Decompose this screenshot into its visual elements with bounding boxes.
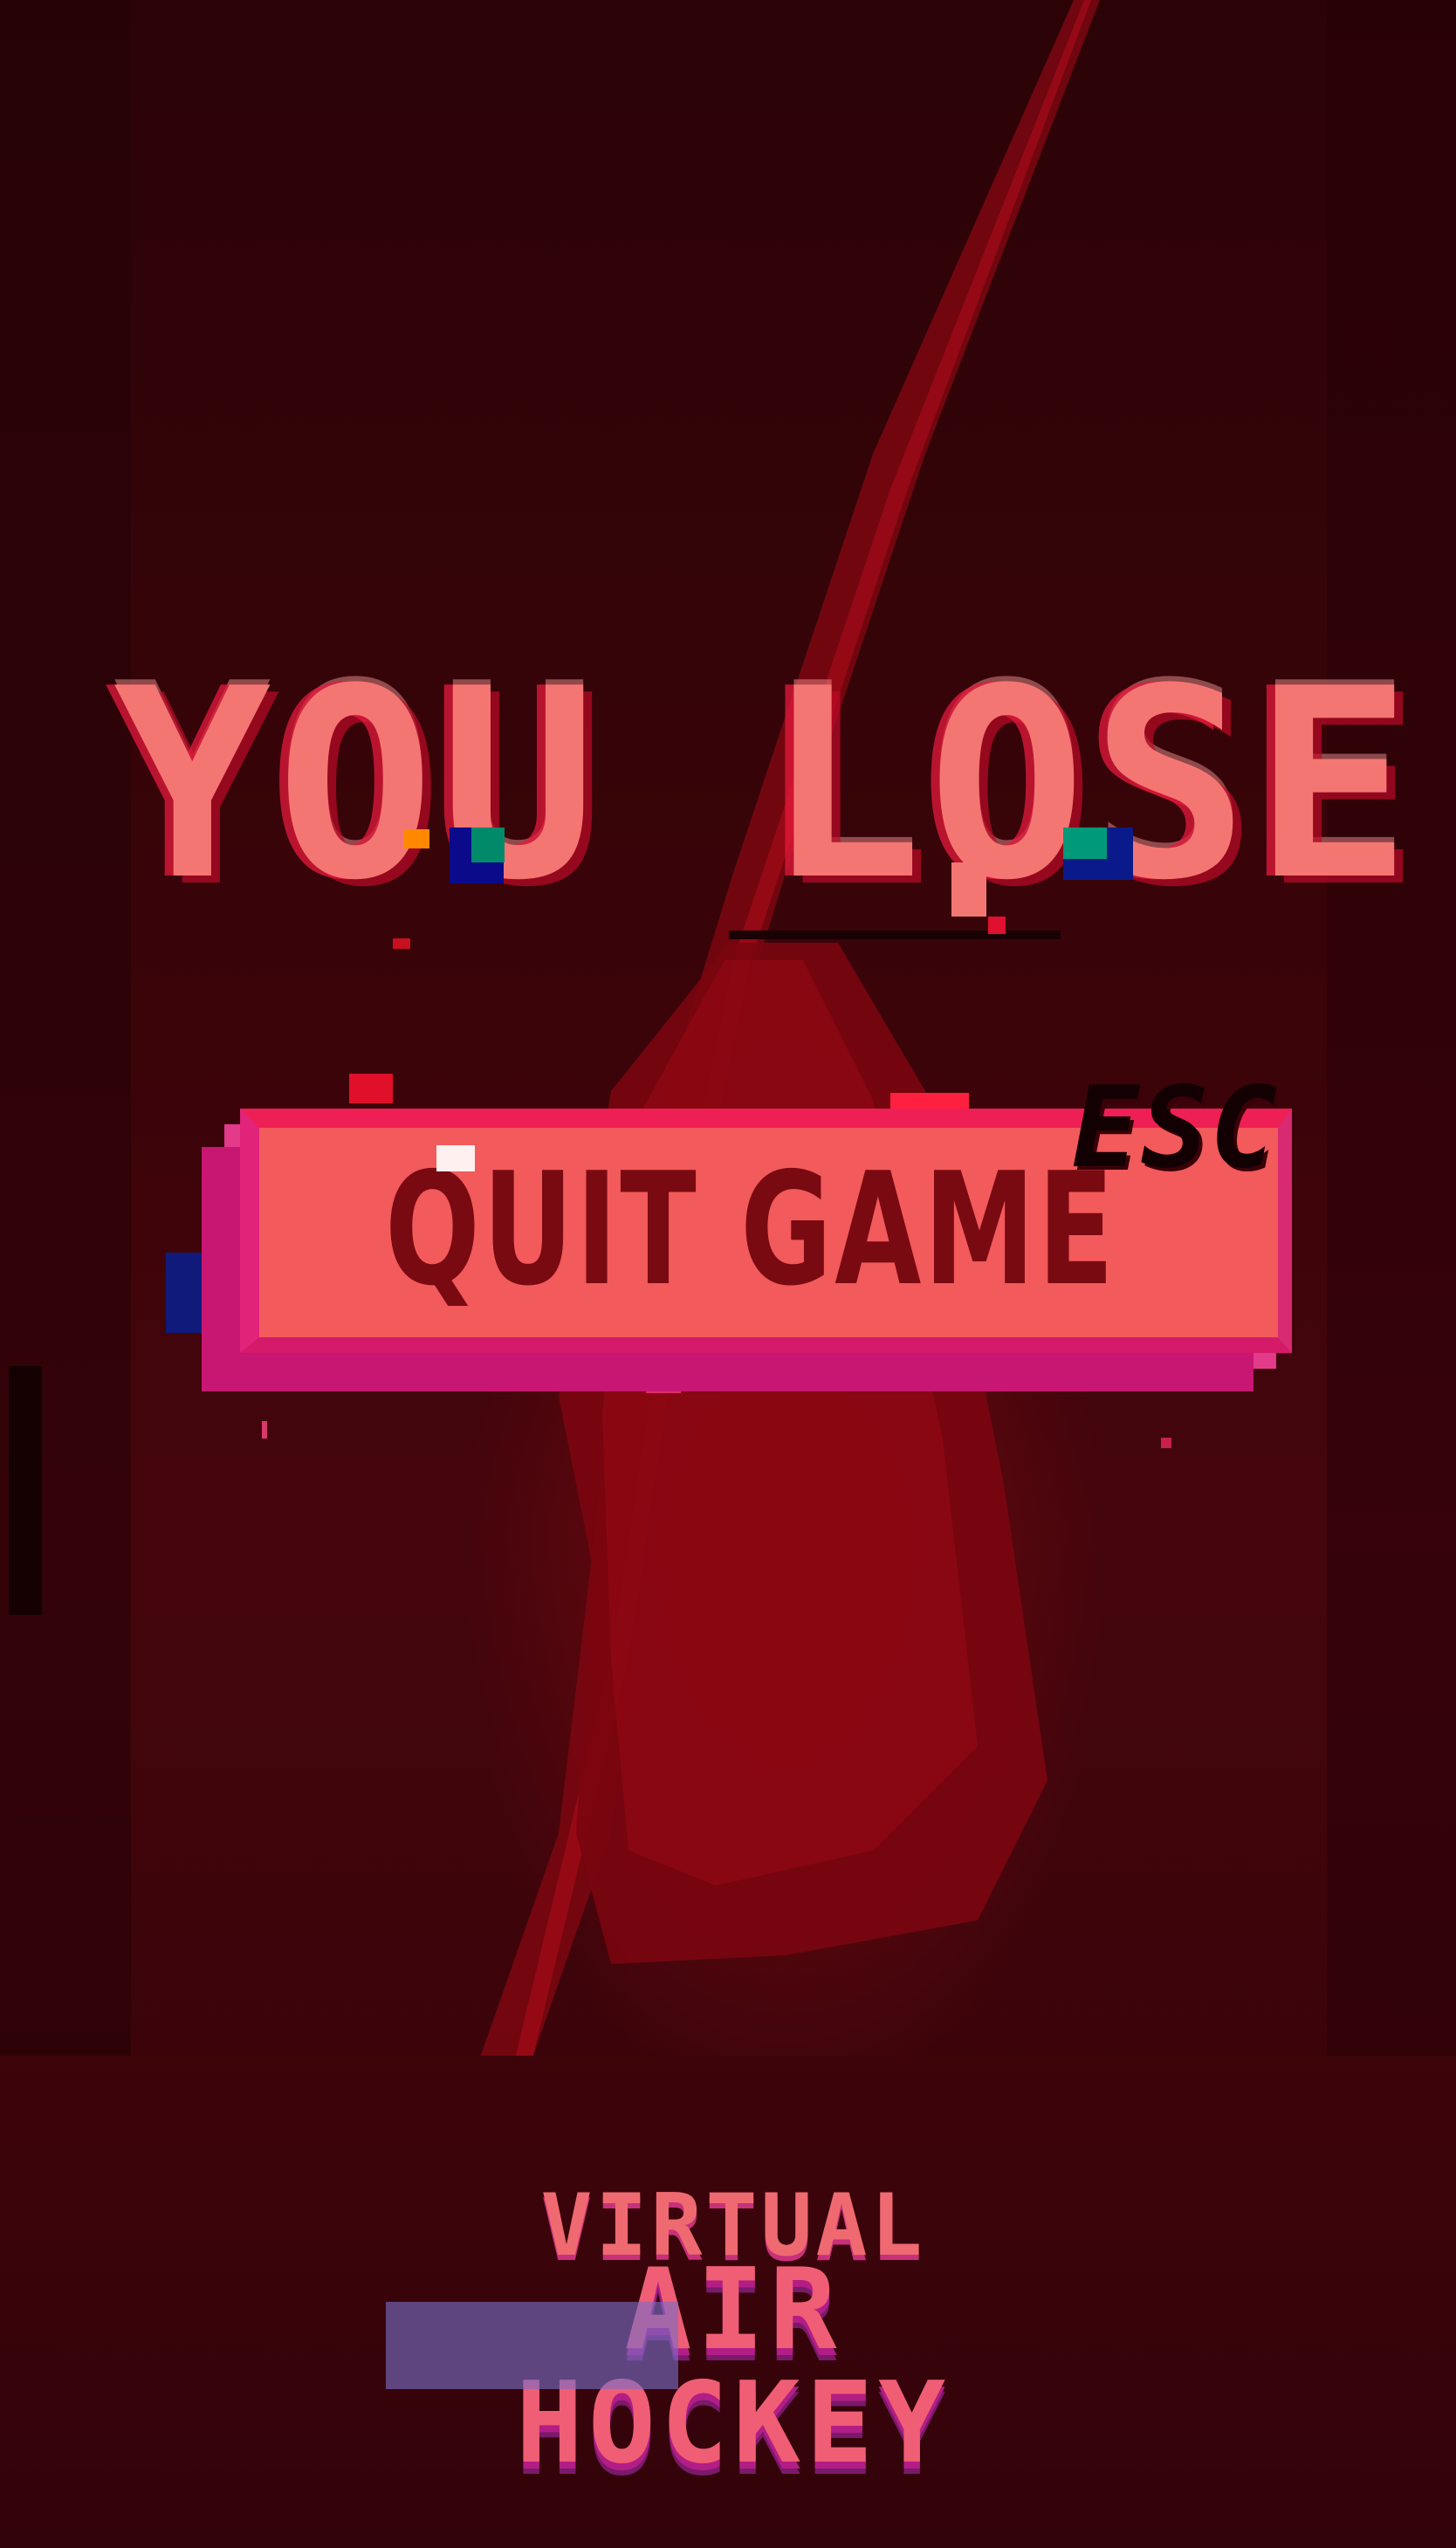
title-underline <box>729 931 1061 939</box>
game-over-screen: YOU LOSE QUIT GAME ESC VIRTUAL AIR HOCKE… <box>0 0 1456 2548</box>
glitch-block <box>1063 828 1107 859</box>
glitch-block <box>349 1074 393 1103</box>
glitch-block <box>1161 1438 1171 1448</box>
quit-game-label: QUIT GAME <box>385 1138 1117 1320</box>
glitch-block <box>471 828 505 862</box>
glitch-block <box>646 1362 681 1393</box>
game-over-title: YOU LOSE <box>113 633 1417 937</box>
logo-glitch-block <box>386 2302 678 2389</box>
glitch-block <box>403 829 429 848</box>
glitch-block <box>951 862 986 917</box>
glitch-block <box>262 1421 267 1439</box>
glitch-block <box>166 1253 220 1333</box>
title-container: YOU LOSE <box>113 655 1411 917</box>
glitch-block <box>988 917 1006 934</box>
game-logo: VIRTUAL AIR HOCKEY <box>384 2182 1082 2481</box>
esc-shortcut-label: ESC <box>1072 1063 1280 1193</box>
glitch-block <box>393 938 410 949</box>
glitch-block <box>436 1145 475 1171</box>
